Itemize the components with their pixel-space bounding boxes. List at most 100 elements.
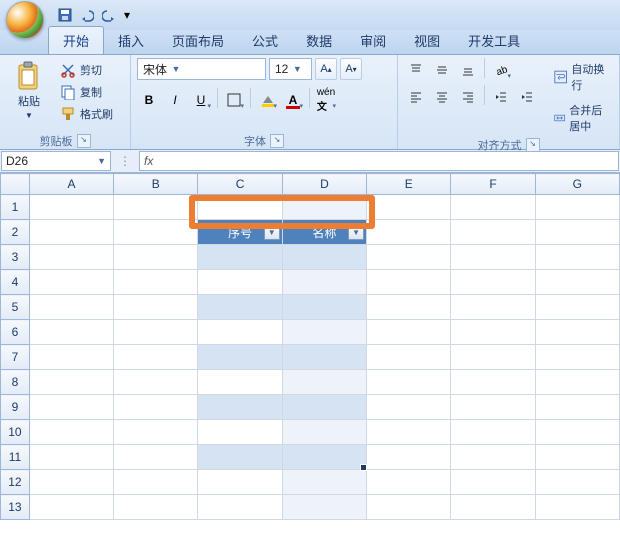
cell-G10[interactable] xyxy=(535,420,619,445)
row-header-4[interactable]: 4 xyxy=(1,270,30,295)
row-header-3[interactable]: 3 xyxy=(1,245,30,270)
worksheet-grid[interactable]: ABCDEFG12序号▼名称▼345678910111213 xyxy=(0,173,620,543)
cell-D9[interactable] xyxy=(282,395,366,420)
cell-E2[interactable] xyxy=(367,220,451,245)
cell-E1[interactable] xyxy=(367,195,451,220)
phonetic-button[interactable]: wén文▾ xyxy=(314,88,338,112)
cell-G3[interactable] xyxy=(535,245,619,270)
formula-input[interactable]: fx xyxy=(139,151,619,171)
cell-C9[interactable] xyxy=(198,395,282,420)
cell-A4[interactable] xyxy=(29,270,113,295)
bold-button[interactable]: B xyxy=(137,88,161,112)
tab-data[interactable]: 数据 xyxy=(292,27,346,54)
office-button[interactable] xyxy=(6,1,44,39)
cell-A1[interactable] xyxy=(29,195,113,220)
dialog-launcher-icon[interactable]: ↘ xyxy=(77,134,91,148)
align-bottom-button[interactable] xyxy=(456,58,480,82)
decrease-indent-button[interactable] xyxy=(489,85,513,109)
cell-D10[interactable] xyxy=(282,420,366,445)
italic-button[interactable]: I xyxy=(163,88,187,112)
dialog-launcher-icon[interactable]: ↘ xyxy=(526,138,540,152)
dialog-launcher-icon[interactable]: ↘ xyxy=(270,134,284,148)
merge-center-button[interactable]: 合并后居中 xyxy=(549,99,613,137)
cell-C11[interactable] xyxy=(198,445,282,470)
underline-button[interactable]: U▾ xyxy=(189,88,213,112)
copy-button[interactable]: 复制 xyxy=(56,82,117,102)
cell-A12[interactable] xyxy=(29,470,113,495)
orientation-button[interactable]: ab▾ xyxy=(489,58,513,82)
cell-F10[interactable] xyxy=(451,420,535,445)
cell-D4[interactable] xyxy=(282,270,366,295)
cell-F1[interactable] xyxy=(451,195,535,220)
row-header-7[interactable]: 7 xyxy=(1,345,30,370)
formula-bar-expand[interactable]: ⋮ xyxy=(112,150,138,172)
row-header-13[interactable]: 13 xyxy=(1,495,30,520)
cell-F3[interactable] xyxy=(451,245,535,270)
cell-A10[interactable] xyxy=(29,420,113,445)
wrap-text-button[interactable]: 自动换行 xyxy=(549,58,613,96)
cell-C7[interactable] xyxy=(198,345,282,370)
cell-E5[interactable] xyxy=(367,295,451,320)
cell-C5[interactable] xyxy=(198,295,282,320)
cell-B2[interactable] xyxy=(114,220,198,245)
row-header-9[interactable]: 9 xyxy=(1,395,30,420)
tab-formulas[interactable]: 公式 xyxy=(238,27,292,54)
cell-C6[interactable] xyxy=(198,320,282,345)
cell-C12[interactable] xyxy=(198,470,282,495)
cell-D7[interactable] xyxy=(282,345,366,370)
cell-B4[interactable] xyxy=(114,270,198,295)
save-icon[interactable] xyxy=(56,6,74,24)
col-header-A[interactable]: A xyxy=(29,174,113,195)
fill-handle[interactable] xyxy=(360,464,367,471)
align-center-button[interactable] xyxy=(430,85,454,109)
cell-A6[interactable] xyxy=(29,320,113,345)
cell-E3[interactable] xyxy=(367,245,451,270)
paste-button[interactable]: 粘贴 ▼ xyxy=(6,58,52,123)
cell-G12[interactable] xyxy=(535,470,619,495)
cell-A3[interactable] xyxy=(29,245,113,270)
font-size-combo[interactable]: 12▼ xyxy=(269,58,312,80)
cell-E13[interactable] xyxy=(367,495,451,520)
col-header-F[interactable]: F xyxy=(451,174,535,195)
increase-indent-button[interactable] xyxy=(515,85,539,109)
redo-icon[interactable] xyxy=(100,6,118,24)
align-left-button[interactable] xyxy=(404,85,428,109)
cell-F11[interactable] xyxy=(451,445,535,470)
cell-A11[interactable] xyxy=(29,445,113,470)
cell-E4[interactable] xyxy=(367,270,451,295)
cell-B12[interactable] xyxy=(114,470,198,495)
cell-D13[interactable] xyxy=(282,495,366,520)
cell-G9[interactable] xyxy=(535,395,619,420)
cell-B1[interactable] xyxy=(114,195,198,220)
cell-F12[interactable] xyxy=(451,470,535,495)
cell-A2[interactable] xyxy=(29,220,113,245)
cell-F2[interactable] xyxy=(451,220,535,245)
cell-B9[interactable] xyxy=(114,395,198,420)
cell-E7[interactable] xyxy=(367,345,451,370)
cell-D6[interactable] xyxy=(282,320,366,345)
cell-G11[interactable] xyxy=(535,445,619,470)
cell-F13[interactable] xyxy=(451,495,535,520)
col-header-B[interactable]: B xyxy=(114,174,198,195)
name-box[interactable]: D26▼ xyxy=(1,151,111,171)
align-right-button[interactable] xyxy=(456,85,480,109)
align-top-button[interactable] xyxy=(404,58,428,82)
cell-G8[interactable] xyxy=(535,370,619,395)
tab-home[interactable]: 开始 xyxy=(48,26,104,54)
cell-C3[interactable] xyxy=(198,245,282,270)
cell-B6[interactable] xyxy=(114,320,198,345)
row-header-1[interactable]: 1 xyxy=(1,195,30,220)
cell-A9[interactable] xyxy=(29,395,113,420)
row-header-12[interactable]: 12 xyxy=(1,470,30,495)
cell-C8[interactable] xyxy=(198,370,282,395)
cell-A7[interactable] xyxy=(29,345,113,370)
row-header-11[interactable]: 11 xyxy=(1,445,30,470)
increase-font-button[interactable]: A▴ xyxy=(315,58,337,80)
cell-C4[interactable] xyxy=(198,270,282,295)
tab-page-layout[interactable]: 页面布局 xyxy=(158,27,238,54)
cell-E9[interactable] xyxy=(367,395,451,420)
tab-view[interactable]: 视图 xyxy=(400,27,454,54)
cell-C13[interactable] xyxy=(198,495,282,520)
cell-F8[interactable] xyxy=(451,370,535,395)
cell-G6[interactable] xyxy=(535,320,619,345)
